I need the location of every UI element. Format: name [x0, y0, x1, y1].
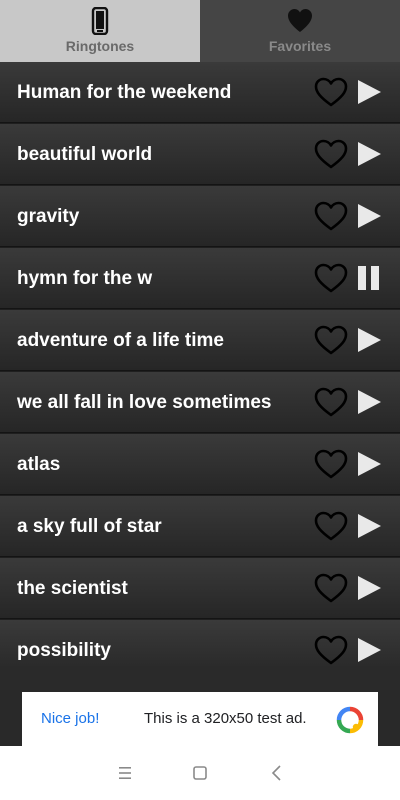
ad-text: This is a 320x50 test ad. [144, 710, 307, 727]
ad-cta-link[interactable]: Nice job! [41, 692, 99, 746]
song-title: the scientist [17, 578, 128, 599]
play-icon[interactable] [356, 575, 382, 601]
ringtone-list[interactable]: Human for the weekend beautiful world gr… [0, 62, 400, 668]
play-icon[interactable] [356, 327, 382, 353]
play-icon[interactable] [356, 513, 382, 539]
favorite-heart-icon[interactable] [314, 387, 348, 418]
phone-icon [91, 7, 109, 35]
list-item[interactable]: gravity [0, 186, 400, 247]
list-item[interactable]: possibility [0, 620, 400, 668]
list-item[interactable]: hymn for the w [0, 248, 400, 309]
menu-icon[interactable] [114, 762, 136, 784]
tab-favorites[interactable]: Favorites [200, 0, 400, 62]
list-item[interactable]: beautiful world [0, 124, 400, 185]
test-ad-banner[interactable]: Nice job! This is a 320x50 test ad. [22, 692, 378, 746]
song-title: adventure of a life time [17, 330, 224, 351]
list-item[interactable]: atlas [0, 434, 400, 495]
song-title: beautiful world [17, 144, 153, 165]
song-title: gravity [17, 206, 80, 227]
play-icon[interactable] [356, 389, 382, 415]
list-item[interactable]: the scientist [0, 558, 400, 619]
system-nav-bar [0, 746, 400, 800]
list-item[interactable]: we all fall in love sometimes [0, 372, 400, 433]
favorite-heart-icon[interactable] [314, 449, 348, 480]
favorite-heart-icon[interactable] [314, 139, 348, 170]
play-icon[interactable] [356, 79, 382, 105]
list-item[interactable]: a sky full of star [0, 496, 400, 557]
tab-favorites-label: Favorites [268, 38, 332, 54]
pause-icon[interactable] [356, 265, 382, 291]
favorite-heart-icon[interactable] [314, 573, 348, 604]
favorite-heart-icon[interactable] [314, 511, 348, 542]
ad-network-logo-icon [336, 706, 364, 734]
favorite-heart-icon[interactable] [314, 77, 348, 108]
song-title: possibility [17, 640, 111, 661]
list-bottom-edge [0, 668, 400, 690]
favorite-heart-icon[interactable] [314, 201, 348, 232]
favorite-heart-icon[interactable] [314, 325, 348, 356]
play-icon[interactable] [356, 141, 382, 167]
song-title: atlas [17, 454, 61, 475]
favorite-heart-icon[interactable] [314, 263, 348, 294]
play-icon[interactable] [356, 637, 382, 663]
play-icon[interactable] [356, 203, 382, 229]
favorite-heart-icon[interactable] [314, 635, 348, 666]
play-icon[interactable] [356, 451, 382, 477]
list-item[interactable]: Human for the weekend [0, 62, 400, 123]
back-chevron-icon[interactable] [266, 762, 288, 784]
song-title: a sky full of star [17, 516, 162, 537]
tab-ringtones-label: Ringtones [65, 38, 135, 54]
tab-bar: Ringtones Favorites [0, 0, 400, 62]
home-square-icon[interactable] [189, 762, 211, 784]
song-title: hymn for the w [17, 268, 153, 289]
heart-icon [288, 9, 312, 32]
list-item[interactable]: adventure of a life time [0, 310, 400, 371]
tab-ringtones[interactable]: Ringtones [0, 0, 200, 62]
song-title: Human for the weekend [17, 82, 232, 103]
song-title: we all fall in love sometimes [17, 392, 272, 413]
